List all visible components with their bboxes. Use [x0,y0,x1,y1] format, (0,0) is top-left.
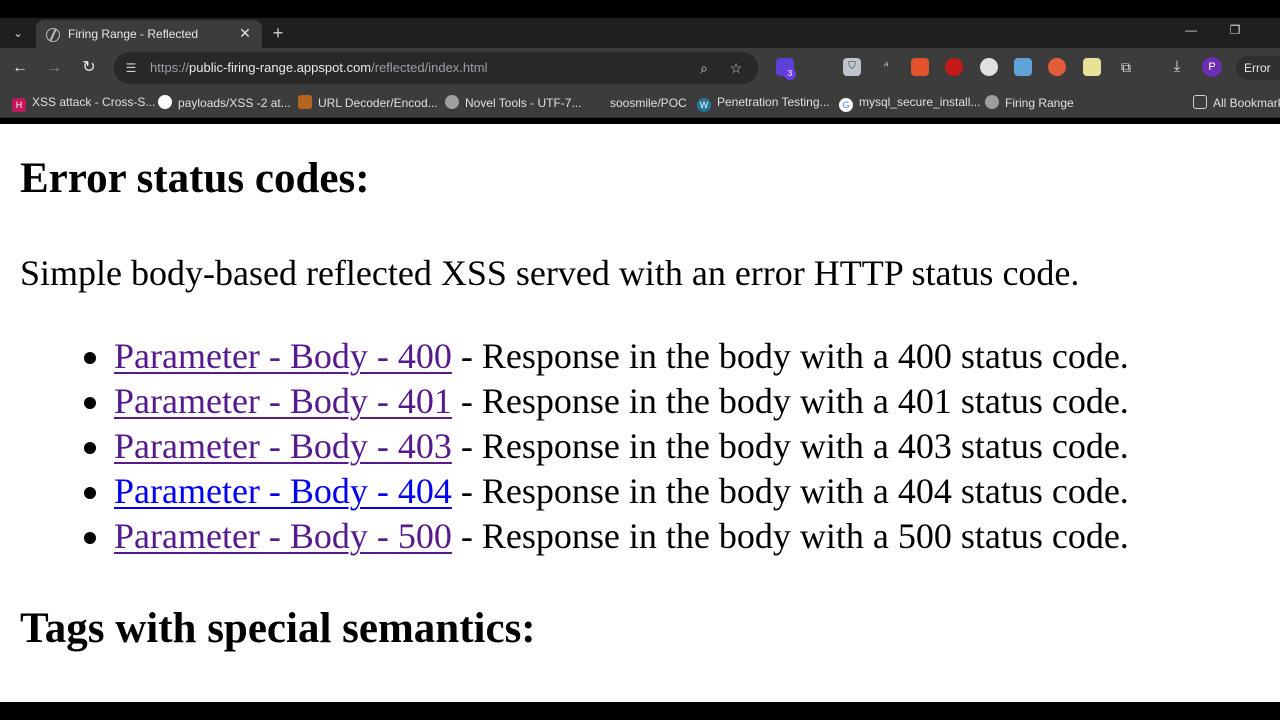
tab-search-chevron-down-icon[interactable]: ⌄ [8,24,28,42]
extension-icon[interactable] [1083,58,1101,76]
zoom-magnifier-icon[interactable]: ⌕ [694,58,714,78]
bookmark-item[interactable]: W Penetration Testing... [697,95,830,112]
extension-badge: 3 [784,68,796,80]
bullet [84,442,96,454]
bookmark-item[interactable]: soosmile/POC [590,95,687,111]
google-icon: G [839,98,853,112]
test-link-list: Parameter - Body - 400 - Response in the… [0,334,1280,559]
list-item: Parameter - Body - 401 - Response in the… [0,379,1280,424]
extension-icon[interactable] [1014,58,1032,76]
profile-avatar[interactable]: P [1202,57,1222,77]
link-description: - Response in the body with a 500 status… [451,516,1129,556]
extensions-puzzle-icon[interactable]: ⧉ [1117,58,1135,76]
url-decoder-icon [298,95,312,109]
tab-close-icon[interactable]: ✕ [236,24,254,42]
link-body-403[interactable]: Parameter - Body - 403 [114,426,452,466]
error-chip[interactable]: Error [1236,56,1280,80]
heading-tags-special-semantics: Tags with special semantics: [20,605,536,652]
folder-icon [1193,95,1207,109]
globe-icon [445,95,459,109]
site-settings-icon[interactable]: ☰ [122,59,140,77]
bookmarks-bar: H XSS attack - Cross-S... payloads/XSS -2… [0,88,1280,118]
forward-arrow-icon[interactable]: → [42,56,66,80]
globe-icon [985,95,999,109]
bookmark-item[interactable]: Firing Range [985,95,1074,111]
bookmark-star-icon[interactable]: ☆ [726,58,746,78]
list-item: Parameter - Body - 400 - Response in the… [0,334,1280,379]
link-body-400[interactable]: Parameter - Body - 400 [114,336,452,376]
bookmark-item[interactable]: payloads/XSS -2 at... [158,95,291,111]
all-bookmarks-folder[interactable]: All Bookmarks [1193,95,1280,111]
link-description: - Response in the body with a 400 status… [451,336,1129,376]
list-item: Parameter - Body - 403 - Response in the… [0,424,1280,469]
reload-icon[interactable]: ↻ [77,56,101,80]
globe-icon [46,28,60,42]
restore-icon[interactable]: ❐ [1222,20,1248,40]
new-tab-plus-icon[interactable]: + [268,24,288,44]
link-body-500[interactable]: Parameter - Body - 500 [114,516,452,556]
extension-icon[interactable] [911,58,929,76]
extension-icon[interactable] [980,58,998,76]
bullet [84,352,96,364]
list-item: Parameter - Body - 404 - Response in the… [0,469,1280,514]
bookmark-item[interactable]: Novel Tools - UTF-7... [445,95,581,111]
url-text[interactable]: https://public-firing-range.appspot.com/… [150,60,487,75]
shield-extension-icon[interactable]: ⛉ [843,58,861,76]
page-content: Error status codes: Simple body-based re… [0,124,1280,702]
video-letterbox-bottom [0,702,1280,720]
heading-error-status-codes: Error status codes: [20,155,370,202]
extension-icon[interactable] [1048,58,1066,76]
tab-strip: ⌄ Firing Range - Reflected ✕ + — ❐ [0,18,1280,50]
wordpress-icon: W [697,98,711,112]
github-icon [590,95,604,109]
github-icon [158,95,172,109]
downloads-icon[interactable]: ⤓ [1168,58,1186,76]
bookmark-item[interactable]: Gmysql_secure_install... [839,95,980,112]
bookmark-item[interactable]: URL Decoder/Encod... [298,95,438,111]
bullet [84,487,96,499]
extension-icon[interactable] [945,58,963,76]
hackerone-icon: H [12,98,26,112]
bullet [84,532,96,544]
minimize-icon[interactable]: — [1178,20,1204,40]
tab-title: Firing Range - Reflected [68,27,199,41]
link-description: - Response in the body with a 404 status… [451,471,1129,511]
back-arrow-icon[interactable]: ← [8,56,32,80]
link-body-401[interactable]: Parameter - Body - 401 [114,381,452,421]
video-letterbox-top [0,0,1280,18]
tab-firing-range[interactable]: Firing Range - Reflected ✕ [36,20,262,50]
extension-icon[interactable]: ᴬ [877,58,895,76]
link-body-404[interactable]: Parameter - Body - 404 [114,471,452,511]
address-bar[interactable]: ☰ https://public-firing-range.appspot.co… [114,52,758,84]
browser-toolbar: ← → ↻ ☰ https://public-firing-range.apps… [0,48,1280,88]
link-description: - Response in the body with a 403 status… [451,426,1129,466]
link-description: - Response in the body with a 401 status… [451,381,1129,421]
bullet [84,397,96,409]
section-description: Simple body-based reflected XSS served w… [20,253,1080,293]
list-item: Parameter - Body - 500 - Response in the… [0,514,1280,559]
bookmark-item[interactable]: H XSS attack - Cross-S... [12,95,155,112]
